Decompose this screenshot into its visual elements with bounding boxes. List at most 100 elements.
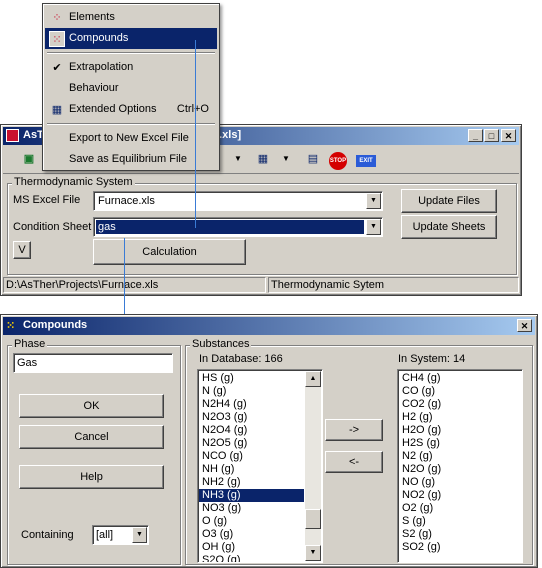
dialog-title-bar[interactable]: ⁙ Compounds ✕	[3, 317, 535, 335]
list-item[interactable]: N2O5 (g)	[199, 437, 304, 450]
status-path: D:\AsTher\Projects\Furnace.xls	[3, 277, 266, 293]
help-button[interactable]: Help	[19, 465, 164, 489]
menu-item-elements[interactable]: ⁘ Elements	[45, 7, 217, 28]
menu-item-label: Compounds	[69, 32, 129, 44]
calendar-icon[interactable]: ▦	[253, 150, 273, 168]
scroll-up-button[interactable]: ▲	[305, 371, 321, 387]
list-item[interactable]: SO2 (g)	[399, 541, 520, 554]
check-icon: ✔	[52, 62, 62, 74]
list-item[interactable]: NH3 (g)	[199, 489, 304, 502]
list-item[interactable]: O2 (g)	[399, 502, 520, 515]
stop-icon[interactable]: STOP	[328, 150, 348, 170]
list-item[interactable]: S (g)	[399, 515, 520, 528]
containing-value: [all]	[96, 529, 114, 541]
list-item[interactable]: H2O (g)	[399, 424, 520, 437]
menu-item-label: Extrapolation	[69, 61, 134, 73]
dialog-close-button[interactable]: ✕	[517, 319, 532, 332]
minimize-button[interactable]: _	[468, 129, 483, 142]
scroll-down-button[interactable]: ▼	[305, 545, 321, 561]
connector-line-menu	[195, 40, 196, 228]
excel-file-value: Furnace.xls	[98, 195, 155, 207]
menu-item-extrapolation[interactable]: ✔ Extrapolation	[45, 57, 217, 78]
update-files-button[interactable]: Update Files	[401, 189, 497, 213]
list-item[interactable]: NO (g)	[399, 476, 520, 489]
condition-sheet-combo[interactable]: gas ▼	[93, 217, 383, 237]
list-item[interactable]: N2 (g)	[399, 450, 520, 463]
substances-label: Substances	[190, 338, 252, 350]
menu-item-extended-options[interactable]: ▦ Extended Options Ctrl+O	[45, 99, 217, 120]
menu-item-compounds[interactable]: ⁙ Compounds	[45, 28, 217, 49]
remove-button[interactable]: <-	[325, 451, 383, 473]
list-item[interactable]: N2H4 (g)	[199, 398, 304, 411]
menu-item-export-excel[interactable]: Export to New Excel File	[45, 128, 217, 149]
status-text: Thermodynamic Sytem	[268, 277, 519, 293]
app-icon	[6, 129, 19, 142]
list-item[interactable]: O3 (g)	[199, 528, 304, 541]
database-list-items: HS (g) N (g) N2H4 (g) N2O3 (g) N2O4 (g) N2O5 …	[199, 372, 304, 562]
scroll-thumb[interactable]	[305, 509, 321, 529]
status-bar: D:\AsTher\Projects\Furnace.xls Thermodyn…	[3, 277, 519, 293]
phase-input[interactable]: Gas	[13, 353, 173, 373]
menu-item-label: Behaviour	[69, 82, 119, 94]
exit-icon[interactable]: EXIT	[355, 150, 377, 168]
list-item[interactable]: O (g)	[199, 515, 304, 528]
calculation-button[interactable]: Calculation	[93, 239, 246, 265]
menu-separator	[47, 123, 215, 125]
phase-value: Gas	[17, 357, 38, 369]
add-button[interactable]: ->	[325, 419, 383, 441]
list-item[interactable]: N2O3 (g)	[199, 411, 304, 424]
list-item[interactable]: NO3 (g)	[199, 502, 304, 515]
compounds-dialog: ⁙ Compounds ✕ Phase Gas OK Cancel Help C…	[0, 314, 538, 568]
thermodynamic-system-label: Thermodynamic System	[12, 176, 135, 188]
list-item[interactable]: NCO (g)	[199, 450, 304, 463]
menu-item-label: Export to New Excel File	[69, 132, 189, 144]
cancel-button[interactable]: Cancel	[19, 425, 164, 449]
dialog-title: Compounds	[23, 319, 88, 331]
menu-item-label: Elements	[69, 11, 115, 23]
in-database-label: In Database: 166	[199, 353, 283, 365]
list-item[interactable]: N2O4 (g)	[199, 424, 304, 437]
menu-item-label: Save as Equilibrium File	[69, 153, 187, 165]
close-button[interactable]: ✕	[501, 129, 516, 142]
excel-file-label: MS Excel File	[13, 194, 81, 206]
list-item[interactable]: H2 (g)	[399, 411, 520, 424]
elements-icon: ⁘	[52, 12, 62, 24]
v-button[interactable]: V	[13, 241, 31, 259]
list-item[interactable]: S2O (g)	[199, 554, 304, 562]
list-item[interactable]: S2 (g)	[399, 528, 520, 541]
toolbar-dropdown-2[interactable]: ▼	[276, 150, 296, 168]
toolbar-dropdown-1[interactable]: ▼	[228, 150, 248, 168]
ok-button[interactable]: OK	[19, 394, 164, 418]
excel-file-combo[interactable]: Furnace.xls ▼	[93, 191, 383, 211]
list-item[interactable]: NH2 (g)	[199, 476, 304, 489]
condition-sheet-dropdown-arrow[interactable]: ▼	[366, 219, 381, 235]
list-item[interactable]: NO2 (g)	[399, 489, 520, 502]
update-sheets-button[interactable]: Update Sheets	[401, 215, 497, 239]
database-list[interactable]: HS (g) N (g) N2H4 (g) N2O3 (g) N2O4 (g) N2O5 …	[197, 369, 323, 563]
compounds-icon: ⁙	[49, 31, 65, 47]
system-list[interactable]: CH4 (g) CO (g) CO2 (g) H2 (g) H2O (g) H2S (g)…	[397, 369, 523, 563]
list-item[interactable]: NH (g)	[199, 463, 304, 476]
list-item[interactable]: CO2 (g)	[399, 398, 520, 411]
list-item[interactable]: OH (g)	[199, 541, 304, 554]
excel-file-dropdown-arrow[interactable]: ▼	[366, 193, 381, 209]
condition-sheet-value: gas	[96, 220, 364, 234]
menu-separator	[47, 52, 215, 54]
schedule-icon[interactable]: ▤	[303, 150, 323, 168]
maximize-button[interactable]: □	[484, 129, 499, 142]
containing-label: Containing	[21, 529, 74, 541]
condition-sheet-label: Condition Sheet	[13, 221, 92, 233]
menu-item-behaviour[interactable]: Behaviour	[45, 78, 217, 99]
list-item[interactable]: N (g)	[199, 385, 304, 398]
containing-select[interactable]: [all] ▼	[92, 525, 149, 545]
list-item[interactable]: CH4 (g)	[399, 372, 520, 385]
phase-label: Phase	[12, 338, 48, 350]
list-item[interactable]: HS (g)	[199, 372, 304, 385]
list-item[interactable]: CO (g)	[399, 385, 520, 398]
list-item[interactable]: H2S (g)	[399, 437, 520, 450]
excel-export-icon[interactable]: ▣	[19, 150, 39, 168]
containing-dropdown-arrow[interactable]: ▼	[132, 527, 147, 543]
list-item[interactable]: N2O (g)	[399, 463, 520, 476]
database-scrollbar[interactable]: ▲ ▼	[305, 371, 321, 561]
menu-item-save-equilibrium[interactable]: Save as Equilibrium File	[45, 149, 217, 170]
